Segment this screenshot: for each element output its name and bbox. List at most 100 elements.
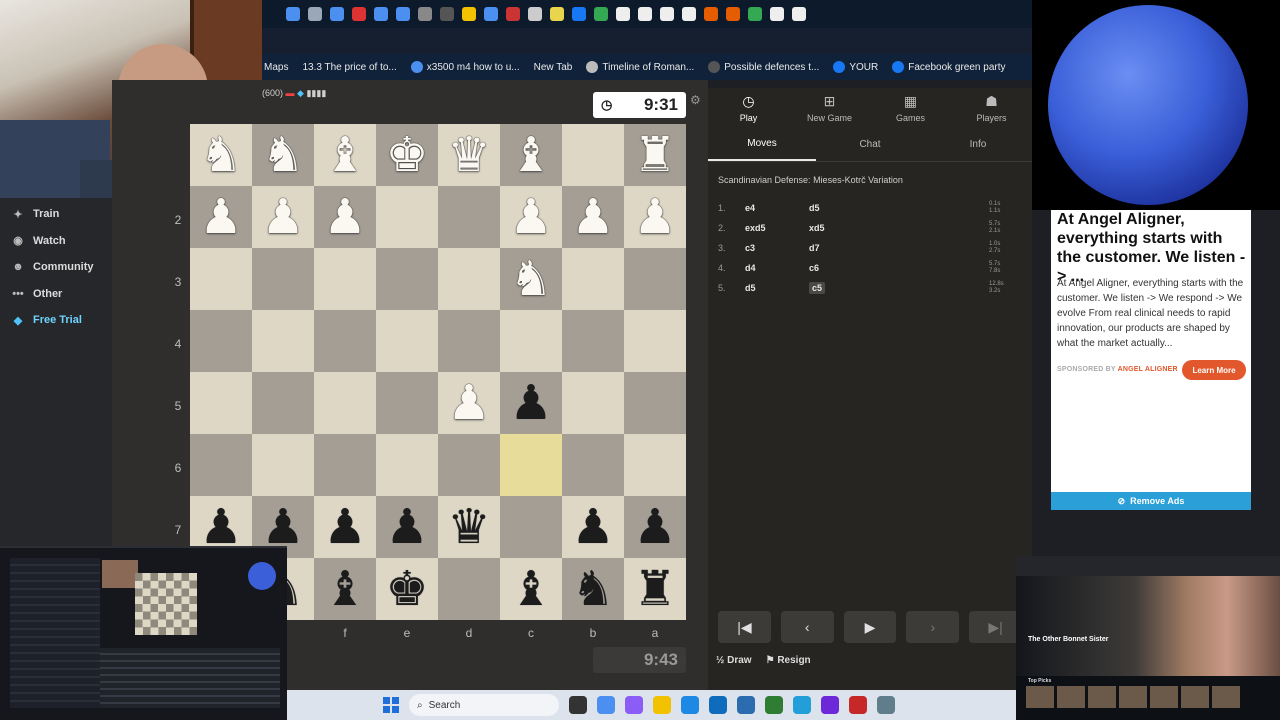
board-square[interactable] [314,310,376,372]
board-square[interactable] [190,434,252,496]
board-square[interactable] [438,310,500,372]
board-square[interactable] [438,434,500,496]
board-square[interactable]: ♝ [314,124,376,186]
white-pawn-icon[interactable]: ♟ [633,193,676,241]
tab-icon[interactable] [748,7,762,21]
play-button[interactable]: ▶ [843,611,897,643]
black-pawn-icon[interactable]: ♟ [199,503,242,551]
white-pawn-icon[interactable]: ♟ [199,193,242,241]
black-pawn-icon[interactable]: ♟ [323,503,366,551]
board-square[interactable]: ♝ [500,558,562,620]
board-square[interactable]: ♟ [376,496,438,558]
board-square[interactable]: ♜ [624,558,686,620]
tab-icon[interactable] [330,7,344,21]
black-knight-icon[interactable]: ♞ [571,565,614,613]
tab-icon[interactable] [770,7,784,21]
tab-icon[interactable] [396,7,410,21]
white-move[interactable]: e4 [745,203,809,213]
board-square[interactable]: ♟ [314,496,376,558]
tab-icon[interactable] [418,7,432,21]
tab-icon[interactable] [308,7,322,21]
bookmark[interactable]: x3500 m4 how to u... [410,61,520,73]
tab-icon[interactable] [704,7,718,21]
next-move-button[interactable]: › [906,611,960,643]
board-square[interactable] [314,372,376,434]
white-queen-icon[interactable]: ♛ [447,131,490,179]
white-pawn-icon[interactable]: ♟ [323,193,366,241]
bookmark[interactable]: 13.3 The price of to... [302,62,396,73]
board-square[interactable] [624,248,686,310]
board-square[interactable]: ♟ [624,496,686,558]
black-move[interactable]: c5 [809,282,989,294]
board-square[interactable]: ♞ [252,124,314,186]
black-move[interactable]: c6 [809,263,989,273]
tab-icon[interactable] [726,7,740,21]
bookmark[interactable]: Facebook green party [892,61,1006,73]
board-square[interactable] [376,372,438,434]
black-pawn-icon[interactable]: ♟ [571,503,614,551]
white-move[interactable]: exd5 [745,223,809,233]
board-square[interactable] [314,248,376,310]
board-square[interactable] [562,372,624,434]
board-square[interactable]: ♟ [624,186,686,248]
white-pawn-icon[interactable]: ♟ [447,379,490,427]
tab-new-game[interactable]: ⊞ New Game [789,88,870,128]
edge-icon[interactable] [681,696,699,714]
board-square[interactable]: ♞ [562,558,624,620]
board-square[interactable]: ♞ [500,248,562,310]
bookmark[interactable]: Maps [264,62,288,73]
app-icon[interactable] [625,696,643,714]
tab-icon[interactable] [660,7,674,21]
learn-more-button[interactable]: Learn More [1182,360,1246,380]
sidebar-item-other[interactable]: ••• Other [0,281,112,308]
white-bishop-icon[interactable]: ♝ [323,131,366,179]
tab-icon[interactable] [616,7,630,21]
tab-info[interactable]: Info [924,128,1032,161]
tab-play[interactable]: ◷ Play [708,88,789,128]
draw-button[interactable]: ½ Draw [716,655,752,666]
bookmark[interactable]: YOUR [833,61,878,73]
resign-button[interactable]: ⚑ Resign [766,655,811,666]
board-square[interactable] [500,434,562,496]
first-move-button[interactable]: |◀ [718,611,771,643]
board-square[interactable] [190,372,252,434]
bookmark[interactable]: New Tab [534,62,573,73]
board-square[interactable]: ♚ [376,124,438,186]
board-square[interactable]: ♟ [500,372,562,434]
remove-ads-button[interactable]: ⊘ Remove Ads [1051,492,1251,510]
black-pawn-icon[interactable]: ♟ [633,503,676,551]
app-icon[interactable] [849,696,867,714]
address-bar[interactable] [262,28,1032,54]
settings-icon[interactable] [877,696,895,714]
tab-icon[interactable] [352,7,366,21]
folder-icon[interactable] [653,696,671,714]
board-square[interactable] [252,372,314,434]
board-square[interactable] [376,434,438,496]
board-square[interactable] [252,434,314,496]
black-pawn-icon[interactable]: ♟ [385,503,428,551]
ad-title[interactable]: At Angel Aligner, everything starts with… [1057,210,1247,286]
board-square[interactable] [624,372,686,434]
white-pawn-icon[interactable]: ♟ [261,193,304,241]
black-move[interactable]: d7 [809,243,989,253]
white-move[interactable]: d5 [745,283,809,293]
board-square[interactable] [376,186,438,248]
white-knight-icon[interactable]: ♞ [199,131,242,179]
board-square[interactable] [252,310,314,372]
app-icon[interactable] [821,696,839,714]
black-bishop-icon[interactable]: ♝ [323,565,366,613]
store-icon[interactable] [737,696,755,714]
bookmark[interactable]: Timeline of Roman... [586,61,694,73]
sidebar-item-train[interactable]: ✦ Train [0,201,112,228]
tab-icon[interactable] [594,7,608,21]
tab-games[interactable]: ▦ Games [870,88,951,128]
tab-icon[interactable] [484,7,498,21]
board-square[interactable]: ♛ [438,496,500,558]
tab-chat[interactable]: Chat [816,128,924,161]
tab-icon[interactable] [286,7,300,21]
board-square[interactable] [314,434,376,496]
bookmark[interactable]: Possible defences t... [708,61,819,73]
black-queen-icon[interactable]: ♛ [447,503,490,551]
white-move[interactable]: d4 [745,263,809,273]
board-square[interactable]: ♟ [252,186,314,248]
